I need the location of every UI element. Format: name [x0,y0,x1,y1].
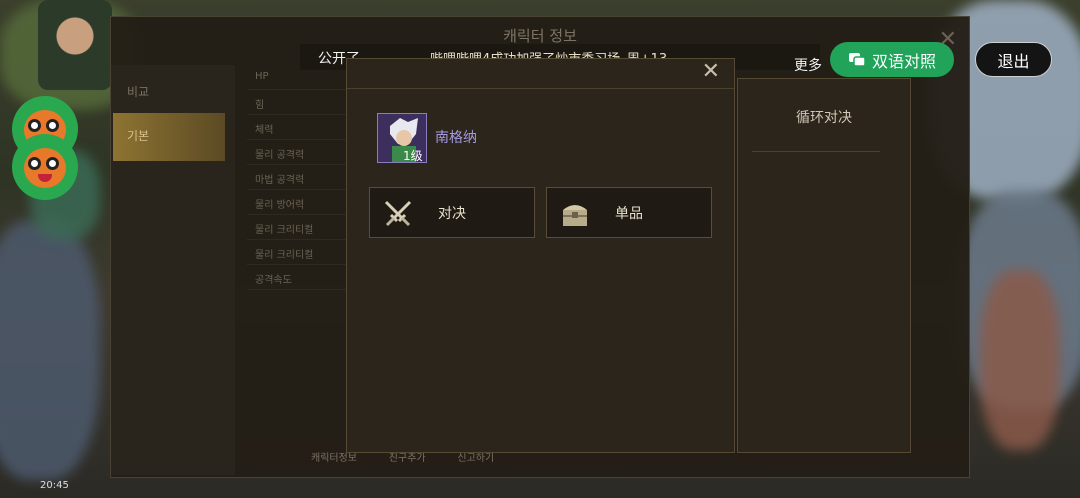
add-friend-link[interactable]: 친구추가 [389,453,426,464]
stat-list: HP 힘 체력 물리 공격력 마법 공격력 물리 방어력 물리 크리티컬 물리 … [247,65,349,465]
stat-row: 체력 [247,115,349,140]
eye-icon [28,157,41,170]
bilingual-label: 双语对照 [871,51,936,71]
divider [752,151,880,152]
stat-row: 마법 공격력 [247,165,349,190]
report-link[interactable]: 신고하기 [457,453,494,464]
eye-icon [28,119,41,132]
close-icon[interactable]: ✕ [702,59,720,84]
more-button[interactable]: 更多 [794,55,822,75]
item-button[interactable]: 单品 [546,187,712,238]
stat-row: 공격속도 [247,265,349,290]
character-info-tabs: 비교 기본 [111,65,235,475]
loop-duel-item[interactable]: 循环对决 [738,107,910,127]
tab-basic[interactable]: 기본 [113,113,225,161]
character-level: 1级 [403,149,423,163]
duel-button[interactable]: 对决 [369,187,535,238]
char-info-link[interactable]: 캐릭터정보 [311,453,357,464]
exit-button[interactable]: 退出 [975,42,1052,77]
stat-row: 물리 크리티컬 [247,240,349,265]
eye-icon [46,157,59,170]
bg-shape [0,220,100,480]
stat-row: 물리 크리티컬 [247,215,349,240]
emoji-sticker[interactable] [12,134,78,200]
character-name: 南格纳 [435,130,477,146]
duel-label: 对决 [438,205,466,222]
face-icon [24,148,66,188]
eye-icon [46,119,59,132]
stat-row: 물리 방어력 [247,190,349,215]
bg-shape [980,270,1060,450]
chat-bubble-icon [848,52,866,67]
tab-compare[interactable]: 비교 [117,73,227,113]
side-panel: 循环对决 [737,78,911,453]
clock: 20:45 [40,480,69,491]
dialog-header: ✕ [347,59,734,89]
mouth-icon [38,174,52,182]
bilingual-button[interactable]: 双语对照 [830,42,954,77]
stat-row: 물리 공격력 [247,140,349,165]
item-label: 单品 [615,205,643,222]
player-portrait[interactable] [38,0,112,90]
stat-row: 힘 [247,90,349,115]
character-dialog: ✕ 1级 南格纳 对决 单品 [346,58,735,453]
